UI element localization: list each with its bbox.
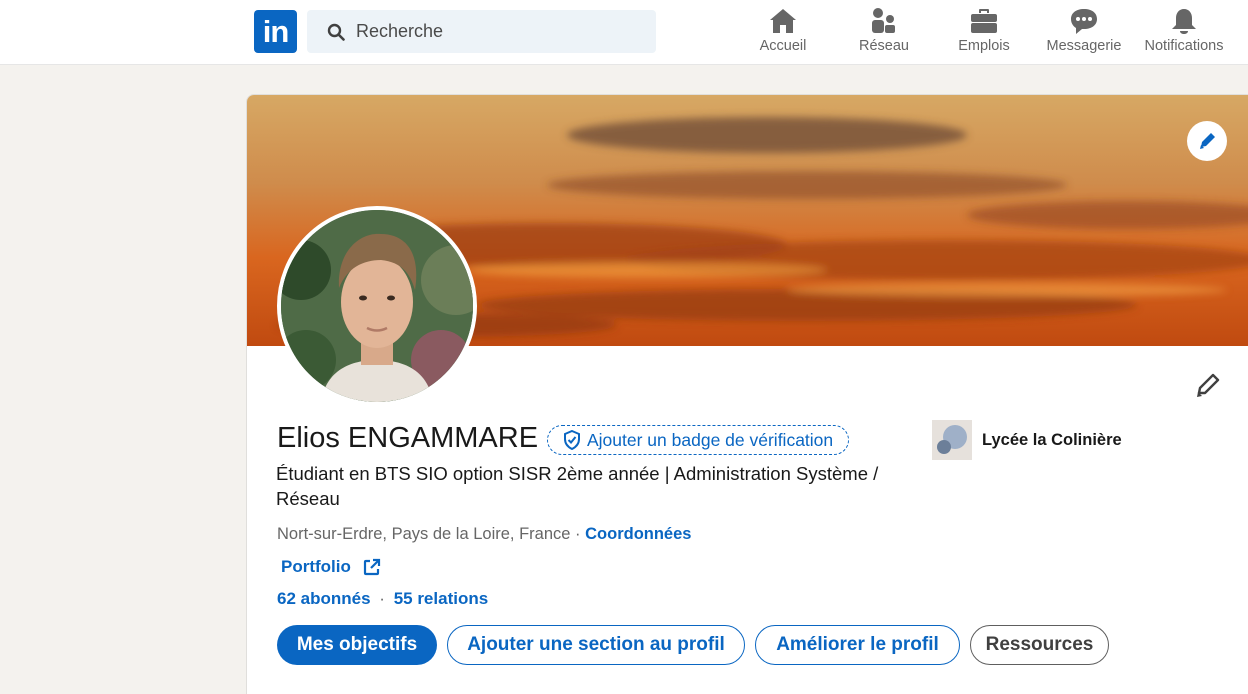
nav-item-reseau[interactable]: Réseau — [846, 6, 922, 62]
add-verification-badge-button[interactable]: Ajouter un badge de vérification — [547, 425, 850, 455]
search-input[interactable] — [356, 10, 646, 53]
external-link-icon — [363, 558, 380, 576]
profile-name: Elios ENGAMMARE — [277, 422, 539, 454]
network-separator: · — [379, 589, 385, 608]
nav-label-reseau: Réseau — [859, 38, 909, 54]
connections-link[interactable]: 55 relations — [394, 589, 489, 608]
search-box[interactable] — [307, 10, 656, 53]
pencil-icon — [1200, 133, 1215, 149]
nav-item-emplois[interactable]: Emplois — [946, 6, 1022, 62]
edit-cover-button[interactable] — [1187, 121, 1227, 161]
school-logo — [932, 420, 972, 460]
shield-check-icon — [564, 430, 580, 450]
location-text: Nort-sur-Erdre, Pays de la Loire, France — [277, 525, 571, 543]
profile-location-line: Nort-sur-Erdre, Pays de la Loire, France… — [277, 525, 691, 544]
add-profile-section-button[interactable]: Ajouter une section au profil — [447, 625, 745, 665]
edit-intro-pencil-icon[interactable] — [1191, 369, 1225, 403]
profile-card: Elios ENGAMMARE Ajouter un badge de véri… — [246, 94, 1248, 694]
nav-label-accueil: Accueil — [759, 38, 807, 54]
contact-info-link[interactable]: Coordonnées — [585, 525, 691, 543]
profile-headline: Étudiant en BTS SIO option SISR 2ème ann… — [276, 463, 879, 509]
school-name: Lycée la Colinière — [982, 430, 1122, 449]
nav-item-accueil[interactable]: Accueil — [745, 6, 821, 62]
nav-label-messagerie: Messagerie — [1046, 38, 1122, 54]
nav-label-notifications: Notifications — [1144, 38, 1224, 54]
chat-icon — [1071, 9, 1097, 34]
top-navigation-bar: in Accueil Réseau Emplois — [0, 0, 1248, 65]
logo-text: in — [262, 14, 290, 49]
portfolio-link[interactable]: Portfolio — [281, 557, 381, 577]
network-stats: 62 abonnés · 55 relations — [277, 589, 488, 609]
bell-icon — [1172, 9, 1196, 34]
followers-link[interactable]: 62 abonnés — [277, 589, 371, 608]
nav-item-notifications[interactable]: Notifications — [1138, 6, 1230, 62]
linkedin-logo[interactable]: in — [254, 10, 297, 53]
people-icon — [872, 8, 895, 33]
search-icon — [327, 23, 345, 41]
profile-avatar[interactable] — [277, 206, 477, 406]
briefcase-icon — [971, 9, 997, 33]
goals-button[interactable]: Mes objectifs — [277, 625, 437, 665]
education-entry[interactable]: Lycée la Colinière — [932, 420, 1122, 460]
home-icon — [770, 9, 796, 33]
improve-profile-button[interactable]: Améliorer le profil — [755, 625, 960, 665]
nav-label-emplois: Emplois — [958, 38, 1010, 54]
resources-button[interactable]: Ressources — [970, 625, 1109, 665]
portfolio-label: Portfolio — [281, 557, 351, 576]
nav-item-messagerie[interactable]: Messagerie — [1040, 6, 1128, 62]
verify-badge-label: Ajouter un badge de vérification — [587, 429, 834, 450]
location-separator: · — [570, 525, 586, 543]
